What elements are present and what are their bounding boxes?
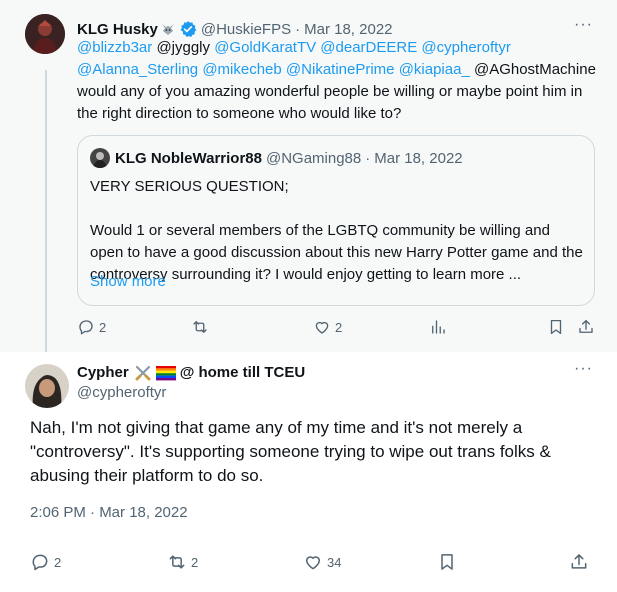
main-tweet: Cypher @ home till TCEU @cypheroftyr ···… [0, 352, 617, 592]
mention-link[interactable]: @mikecheb [202, 61, 281, 78]
avatar-cypher[interactable] [25, 364, 69, 408]
quote-handle: @NGaming88 [265, 149, 362, 167]
separator-dot: · [295, 20, 301, 38]
separator-dot: · [365, 149, 371, 167]
like-count: 2 [335, 319, 343, 335]
like-button[interactable]: 2 [313, 318, 342, 336]
avatar-klg-husky[interactable] [25, 14, 65, 54]
quote-date: Mar 18, 2022 [374, 149, 463, 167]
share-icon [569, 552, 589, 572]
heart-icon [303, 552, 323, 572]
share-button[interactable] [569, 552, 589, 572]
tweet-timestamp[interactable]: 2:06 PM · Mar 18, 2022 [30, 504, 188, 521]
mention-link[interactable]: @dearDEERE [320, 39, 417, 56]
quote-line1: VERY SERIOUS QUESTION; [90, 178, 289, 195]
share-button[interactable] [577, 318, 595, 336]
more-options-icon[interactable]: ··· [574, 360, 593, 378]
body-text: would any of you amazing wonderful peopl… [77, 83, 583, 122]
retweet-icon [191, 318, 209, 336]
handle[interactable]: @HuskieFPS [201, 21, 291, 38]
verified-badge-icon[interactable] [179, 20, 197, 38]
tweet-header: Cypher @ home till TCEU @cypheroftyr [77, 363, 305, 403]
wolf-emoji-icon [160, 21, 176, 37]
quoted-tweet[interactable]: KLG NobleWarrior88 @NGaming88 · Mar 18, … [77, 135, 595, 306]
mention-link[interactable]: @blizzb3ar [77, 39, 152, 56]
avatar-noblewarrior [90, 148, 110, 168]
parent-tweet[interactable]: KLG Husky @HuskieFPS · Mar 18, 2022 ··· … [0, 0, 617, 352]
bookmark-button[interactable] [437, 552, 457, 572]
reply-icon [30, 552, 50, 572]
retweet-icon [167, 552, 187, 572]
mention-link[interactable]: @cypheroftyr [421, 39, 510, 56]
reply-count: 2 [54, 554, 62, 570]
retweet-count: 2 [191, 554, 199, 570]
share-icon [577, 318, 595, 336]
quote-header: KLG NobleWarrior88 @NGaming88 · Mar 18, … [90, 148, 463, 168]
action-bar: 2 2 34 [30, 552, 592, 576]
reply-button[interactable]: 2 [30, 552, 61, 572]
mention-link[interactable]: @NikatinePrime [286, 61, 395, 78]
heart-icon [313, 318, 331, 336]
thread-connector-line [45, 70, 47, 352]
mention-link[interactable]: @kiapiaa_ [399, 61, 470, 78]
handle[interactable]: @cypheroftyr [77, 383, 305, 403]
analytics-icon [429, 318, 447, 336]
show-more-link[interactable]: Show more [90, 273, 166, 290]
retweet-button[interactable] [191, 318, 213, 336]
display-name[interactable]: Cypher [77, 363, 129, 383]
tweet-date[interactable]: Mar 18, 2022 [304, 21, 392, 38]
mention-plain: @AGhostMachine [473, 61, 596, 78]
reply-count: 2 [99, 319, 107, 335]
quote-text: VERY SERIOUS QUESTION; Would 1 or severa… [90, 176, 585, 286]
quote-display-name: KLG NobleWarrior88 [115, 149, 262, 167]
tweet-header: KLG Husky @HuskieFPS · Mar 18, 2022 [77, 20, 393, 38]
like-button[interactable]: 34 [303, 552, 341, 572]
mention-plain: @jyggly [156, 39, 211, 56]
views-button[interactable] [429, 318, 447, 336]
mention-link[interactable]: @Alanna_Sterling [77, 61, 198, 78]
tweet-text: Nah, I'm not giving that game any of my … [30, 418, 551, 485]
name-suffix[interactable]: @ home till TCEU [180, 363, 305, 383]
display-name[interactable]: KLG Husky [77, 21, 158, 38]
more-options-icon[interactable]: ··· [574, 16, 593, 34]
rainbow-flag-emoji-icon [155, 365, 176, 381]
bookmark-button[interactable] [547, 318, 565, 336]
tweet-text: @blizzb3ar @jyggly @GoldKaratTV @dearDEE… [77, 37, 602, 125]
retweet-button[interactable]: 2 [167, 552, 198, 572]
bookmark-icon [547, 318, 565, 336]
action-bar: 2 2 [77, 318, 595, 340]
reply-button[interactable]: 2 [77, 318, 106, 336]
mention-link[interactable]: @GoldKaratTV [214, 39, 316, 56]
like-count: 34 [327, 554, 342, 570]
reply-icon [77, 318, 95, 336]
bookmark-icon [437, 552, 457, 572]
crossed-swords-emoji-icon [134, 364, 152, 382]
